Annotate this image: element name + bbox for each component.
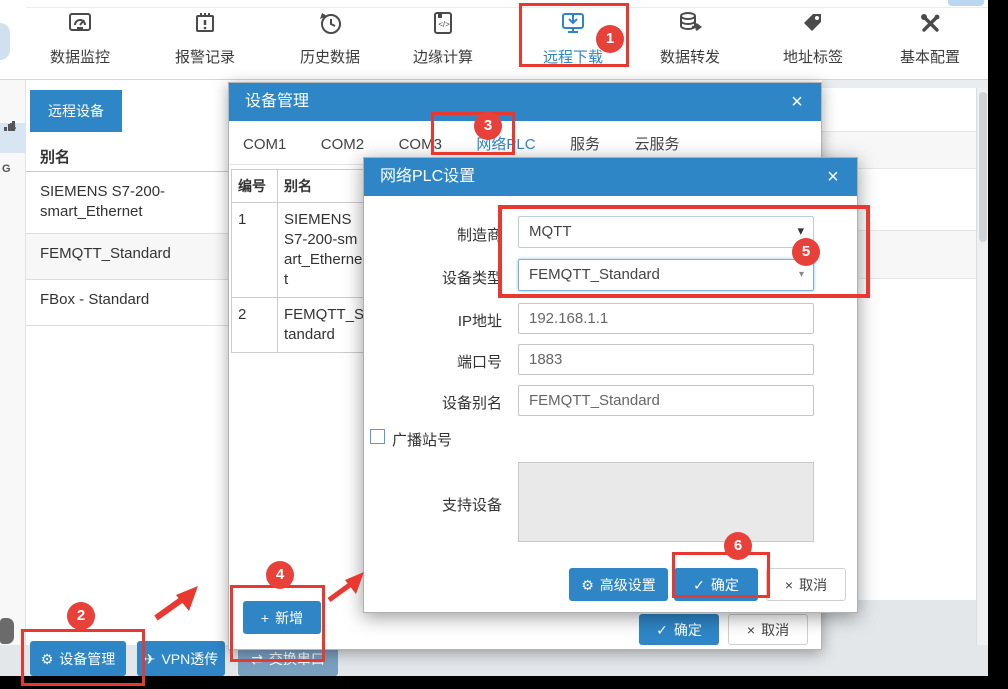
left-icon-strip: G G [0,80,26,676]
scrollbar-thumb[interactable] [979,92,987,242]
tab-service[interactable]: 服务 [570,133,600,154]
toolbar-item-edge-computing[interactable]: </> 边缘计算 [395,10,491,74]
device-list-item[interactable]: FBox - Standard [26,280,228,326]
address-tag-icon [765,10,861,44]
history-icon [282,10,378,44]
network-plc-settings-dialog: 网络PLC设置 × 制造商 MQTT ▾ 设备类型 FEMQTT_Standar… [363,157,858,613]
data-forward-icon [642,10,738,44]
device-dialog-cancel-button[interactable]: × 取消 [728,614,808,645]
close-icon[interactable]: × [821,165,845,189]
advanced-settings-button[interactable]: ⚙ 高级设置 [569,568,668,601]
ip-label: IP地址 [372,310,502,331]
port-field[interactable]: 1883 [518,344,814,375]
signal-g-icon[interactable]: G [2,163,11,175]
close-icon: × [785,578,793,592]
device-alias-label: 设备别名 [372,392,502,413]
toolbar-item-alarm-records[interactable]: 报警记录 [157,10,253,74]
table-row [822,88,976,132]
add-new-button[interactable]: + 新增 [243,601,321,634]
toolbar-item-address-tags[interactable]: 地址标签 [765,10,861,74]
scrollbar-track[interactable] [976,88,988,650]
swap-icon: ⇄ [251,652,263,666]
edge-computing-icon: </> [395,10,491,44]
screen-edge-right [988,0,1008,689]
svg-text:</>: </> [438,20,450,29]
chevron-down-icon: ▾ [797,223,804,239]
tab-network-plc[interactable]: 网络PLC [476,133,535,154]
device-alias-field[interactable]: FEMQTT_Standard [518,385,814,416]
toolbar-item-data-forwarding[interactable]: 数据转发 [642,10,738,74]
dialog-header: 网络PLC设置 × [364,158,857,196]
plc-device-table: 编号 别名 1 SIEMENS S7-200-smart_Ethernet 2 … [231,169,371,353]
device-type-label: 设备类型 [372,267,502,288]
tool-icon[interactable] [0,618,14,644]
device-list-item[interactable]: SIEMENS S7-200-smart_Ethernet [26,172,228,234]
table-row[interactable]: 2 FEMQTT_Standard [232,298,371,353]
plc-cancel-button[interactable]: × 取消 [766,568,846,601]
ip-address-field[interactable]: 192.168.1.1 [518,303,814,334]
signal-item-selected[interactable]: G [0,123,26,153]
vpn-passthrough-button[interactable]: ✈ VPN透传 [137,641,225,676]
table-row[interactable]: 1 SIEMENS S7-200-smart_Ethernet [232,203,371,298]
close-icon[interactable]: × [785,90,809,114]
broadcast-label: 广播站号 [392,429,452,450]
close-icon: × [747,623,755,637]
toolbar-item-basic-config[interactable]: 基本配置 [882,10,978,74]
alarm-record-icon [157,10,253,44]
basic-config-icon [882,10,978,44]
gear-icon: ⚙ [581,578,594,592]
manufacturer-select[interactable]: MQTT ▾ [518,216,814,248]
screen-edge-bottom [0,676,1008,689]
dialog-header: 设备管理 × [229,83,821,121]
col-header-alias: 别名 [278,170,371,203]
toolbar-item-history-data[interactable]: 历史数据 [282,10,378,74]
device-manage-button[interactable]: ⚙ 设备管理 [30,641,126,676]
supported-devices-area[interactable] [518,462,814,542]
col-header-no: 编号 [232,170,278,203]
plc-ok-button[interactable]: ✓ 确定 [674,568,758,601]
remote-device-panel: 远程设备 别名 SIEMENS S7-200-smart_Ethernet FE… [26,80,228,645]
manufacturer-label: 制造商 [372,224,502,245]
broadcast-checkbox[interactable] [370,429,385,444]
dialog-title: 网络PLC设置 [380,158,475,196]
top-toolbar: 数据监控 报警记录 历史数据 </ [0,0,988,80]
tab-remote-devices[interactable]: 远程设备 [30,90,122,132]
supported-devices-label: 支持设备 [372,494,502,515]
tab-com2[interactable]: COM2 [321,136,364,153]
send-icon: ✈ [144,652,156,666]
top-right-scroll-stub[interactable] [948,0,984,6]
device-dialog-ok-button[interactable]: ✓ 确定 [639,614,719,645]
device-type-select[interactable]: FEMQTT_Standard ▾ [518,259,814,291]
app-window: 数据监控 报警记录 历史数据 </ [0,0,1008,689]
remote-download-icon [525,10,621,44]
dialog-title: 设备管理 [245,83,309,121]
toolbar-item-remote-download[interactable]: 远程下载 [525,10,621,74]
gauge-icon [32,10,128,44]
tab-com1[interactable]: COM1 [243,136,286,153]
plus-icon: + [261,611,269,625]
toolbar-item-data-monitor[interactable]: 数据监控 [32,10,128,74]
device-list-item[interactable]: FEMQTT_Standard [26,234,228,280]
toolbar-divider [26,7,988,8]
tab-com3[interactable]: COM3 [399,136,442,153]
gear-icon: ⚙ [41,652,54,666]
check-icon: ✓ [693,578,705,592]
left-edge-pill [0,23,10,60]
alias-column-header: 别名 [26,138,228,172]
chevron-down-icon: ▾ [799,269,804,280]
tab-cloud-service[interactable]: 云服务 [635,133,680,154]
check-icon: ✓ [656,623,668,637]
port-label: 端口号 [372,351,502,372]
